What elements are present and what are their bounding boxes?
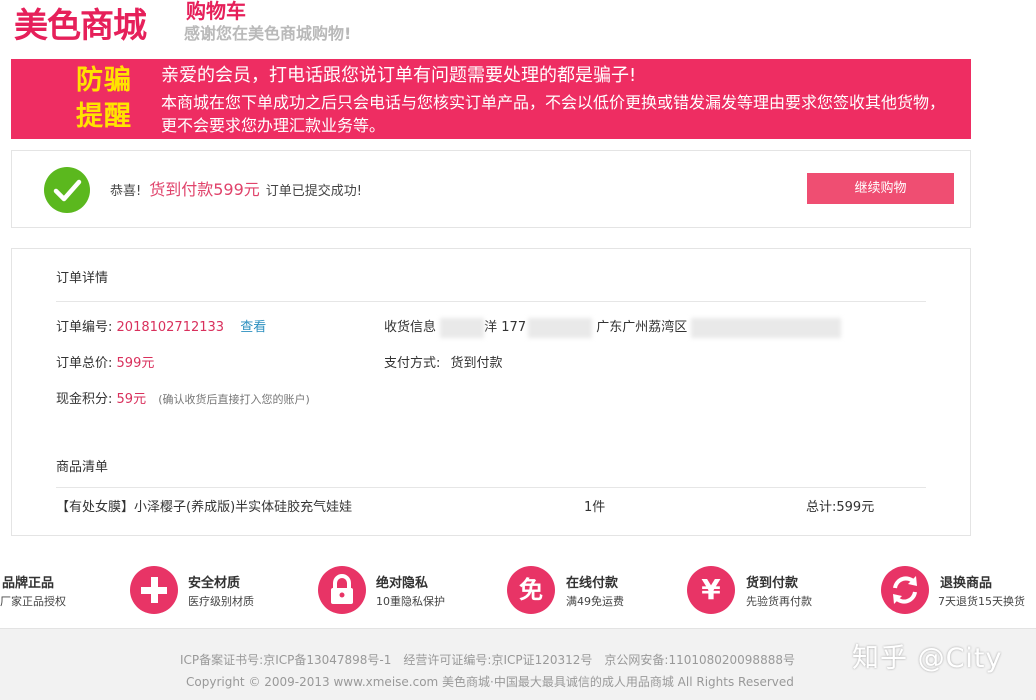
plus-icon — [130, 566, 178, 614]
feature-title: 品牌正品 — [2, 576, 55, 591]
order-total-label: 订单总价: — [56, 356, 113, 371]
feature-title: 在线付款 — [566, 576, 619, 591]
feature-desc: 医疗级别材质 — [188, 595, 254, 608]
receiver-row: 收货信息 xx洋 177xx 广东广州荔湾区xx — [384, 318, 842, 338]
redacted-block: xx — [440, 318, 485, 338]
banner-title: 防骗提醒 — [76, 65, 132, 132]
item-quantity: 1件 — [584, 500, 606, 515]
receiver-address: 广东广州荔湾区 — [596, 320, 688, 335]
divider — [56, 301, 926, 302]
feature-desc: 厂家正品授权 — [0, 595, 66, 608]
zhihu-watermark: 知乎 @City — [852, 643, 1003, 674]
feature-desc: 7天退货15天换货 — [938, 595, 1025, 608]
free-icon: 免 — [507, 566, 555, 614]
success-prefix: 恭喜! — [110, 184, 142, 199]
cart-title: 购物车 — [186, 0, 246, 23]
receiver-label: 收货信息 — [384, 320, 437, 335]
points-label: 现金积分: — [56, 392, 113, 407]
lock-icon — [318, 566, 366, 614]
yen-icon: ¥ — [687, 566, 735, 614]
banner-line1: 亲爱的会员，打电话跟您说订单有问题需要处理的都是骗子! — [161, 65, 637, 86]
points-note: (确认收货后直接打入您的账户) — [158, 393, 310, 406]
banner-line2: 本商城在您下单成功之后只会电话与您核实订单产品，不会以低价更换或错发漏发等理由要… — [161, 93, 946, 135]
points-row: 现金积分: 59元 (确认收货后直接打入您的账户) — [56, 390, 310, 410]
order-total-row: 订单总价: 599元 — [56, 354, 154, 374]
order-detail-panel: 订单详情 订单编号: 2018102712133 查看 收货信息 xx洋 177… — [11, 248, 971, 536]
feature-title: 退换商品 — [940, 576, 993, 591]
footer-copyright: Copyright © 2009-2013 www.xmeise.com 美色商… — [186, 675, 794, 689]
feature-title: 货到付款 — [746, 576, 799, 591]
divider — [56, 487, 926, 488]
feature-desc: 10重隐私保护 — [376, 595, 445, 608]
page: 美色商城 购物车 感谢您在美色商城购物! 防骗提醒 亲爱的会员，打电话跟您说订单… — [0, 0, 1036, 700]
fraud-warning-banner: 防骗提醒 亲爱的会员，打电话跟您说订单有问题需要处理的都是骗子! 本商城在您下单… — [11, 59, 971, 139]
cart-subtitle: 感谢您在美色商城购物! — [184, 24, 352, 43]
order-number-label: 订单编号: — [56, 320, 113, 335]
order-total-value: 599元 — [116, 356, 155, 371]
item-list-title: 商品清单 — [56, 460, 109, 475]
feature-desc: 满49免运费 — [566, 595, 624, 608]
payment-method-row: 支付方式: 货到付款 — [384, 354, 503, 374]
item-name[interactable]: 【有处女膜】小泽樱子(养成版)半实体硅胶充气娃娃 — [56, 498, 352, 518]
order-number-row: 订单编号: 2018102712133 查看 — [56, 318, 266, 338]
feature-title: 安全材质 — [188, 576, 241, 591]
refresh-icon — [881, 566, 929, 614]
continue-shopping-button[interactable]: 继续购物 — [807, 173, 954, 204]
order-success-panel: 恭喜! 货到付款599元 订单已提交成功! 继续购物 — [11, 150, 971, 228]
success-suffix: 订单已提交成功! — [265, 184, 362, 199]
view-order-link[interactable]: 查看 — [240, 320, 266, 335]
points-value: 59元 — [116, 392, 147, 407]
redacted-block: xx — [691, 318, 842, 338]
feature-title: 绝对隐私 — [376, 576, 429, 591]
order-number-value: 2018102712133 — [116, 320, 225, 335]
site-logo[interactable]: 美色商城 — [14, 4, 147, 48]
payment-method-value: 货到付款 — [450, 356, 503, 371]
feature-desc: 先验货再付款 — [746, 595, 812, 608]
footer-icp: ICP备案证书号:京ICP备13047898号-1 经营许可证编号:京ICP证1… — [180, 653, 795, 667]
checkmark-icon — [44, 167, 90, 213]
receiver-name: 洋 177 — [484, 320, 527, 335]
order-detail-title: 订单详情 — [56, 271, 109, 286]
payment-method-label: 支付方式: — [384, 356, 441, 371]
redacted-block: xx — [528, 318, 593, 338]
success-amount: 货到付款599元 — [149, 180, 260, 199]
success-message: 恭喜! 货到付款599元 订单已提交成功! — [110, 178, 362, 204]
item-total: 总计:599元 — [806, 500, 875, 515]
